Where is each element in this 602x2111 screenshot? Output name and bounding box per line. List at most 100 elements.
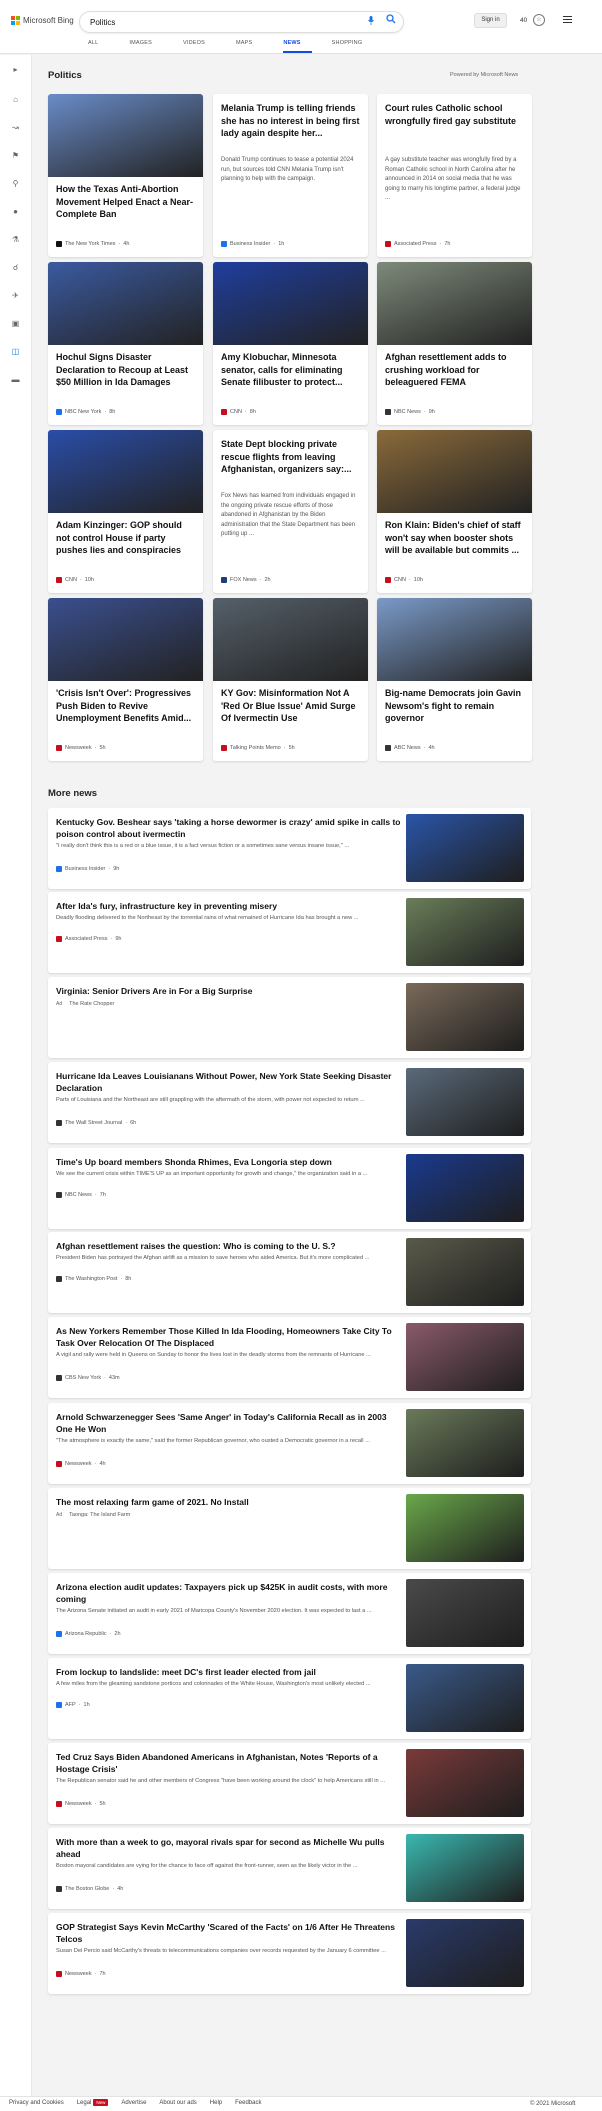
news-card-source[interactable]: Business Insider · 1h — [221, 241, 284, 247]
news-card[interactable]: KY Gov: Misinformation Not A 'Red Or Blu… — [213, 598, 368, 761]
news-row-source[interactable]: Newsweek · 4h — [56, 1461, 106, 1467]
news-row-image[interactable] — [406, 814, 524, 882]
news-card-image[interactable] — [213, 598, 368, 681]
footer-link[interactable]: About our ads — [159, 2100, 196, 2106]
news-row-source[interactable]: Business Insider · 9h — [56, 866, 119, 872]
tab-shopping[interactable]: SHOPPING — [332, 40, 374, 53]
footer-link[interactable]: Advertise — [121, 2100, 146, 2106]
news-row[interactable]: As New Yorkers Remember Those Killed In … — [48, 1317, 531, 1398]
news-row-title[interactable]: Virginia: Senior Drivers Are in For a Bi… — [56, 985, 404, 997]
news-card-source[interactable]: CNN · 10h — [56, 577, 94, 583]
news-row-image[interactable] — [406, 1409, 524, 1477]
news-card-image[interactable] — [48, 262, 203, 345]
search-input[interactable] — [90, 16, 290, 28]
search-icon[interactable]: ☌ — [11, 263, 20, 272]
news-row-title[interactable]: As New Yorkers Remember Those Killed In … — [56, 1325, 404, 1349]
news-card-title[interactable]: State Dept blocking private rescue fligh… — [221, 438, 360, 476]
news-card[interactable]: Adam Kinzinger: GOP should not control H… — [48, 430, 203, 593]
news-row-source[interactable]: Arizona Republic · 2h — [56, 1631, 121, 1637]
news-card-source[interactable]: Associated Press · 7h — [385, 241, 450, 247]
news-row-image[interactable] — [406, 1749, 524, 1817]
news-card-source[interactable]: NBC News · 9h — [385, 409, 435, 415]
news-card-image[interactable] — [48, 430, 203, 513]
news-row-title[interactable]: With more than a week to go, mayoral riv… — [56, 1836, 404, 1860]
signin-button[interactable]: Sign in — [474, 13, 507, 28]
ad-row[interactable]: Virginia: Senior Drivers Are in For a Bi… — [48, 977, 531, 1058]
footer-link[interactable]: Feedback — [235, 2100, 261, 2106]
news-row[interactable]: Kentucky Gov. Beshear says 'taking a hor… — [48, 808, 531, 889]
menu-icon[interactable] — [563, 16, 572, 24]
news-card-title[interactable]: Court rules Catholic school wrongfully f… — [385, 102, 524, 127]
plane-icon[interactable]: ✈ — [11, 291, 20, 300]
news-row-title[interactable]: From lockup to landslide: meet DC's firs… — [56, 1666, 404, 1678]
news-card-source[interactable]: FOX News · 2h — [221, 577, 271, 583]
footer-link[interactable]: Privacy and Cookies — [9, 2100, 64, 2106]
news-row-title[interactable]: The most relaxing farm game of 2021. No … — [56, 1496, 404, 1508]
news-card[interactable]: Amy Klobuchar, Minnesota senator, calls … — [213, 262, 368, 425]
news-row-image[interactable] — [406, 1919, 524, 1987]
flag-icon[interactable]: ⚑ — [11, 151, 20, 160]
news-row-source[interactable]: Newsweek · 5h — [56, 1801, 106, 1807]
news-card-source[interactable]: CNN · 8h — [221, 409, 256, 415]
home-icon[interactable]: ⌂ — [11, 95, 20, 104]
news-row-title[interactable]: After Ida's fury, infrastructure key in … — [56, 900, 404, 912]
news-row-source[interactable]: The Boston Globe · 4h — [56, 1886, 123, 1892]
news-card-image[interactable] — [213, 262, 368, 345]
news-row-image[interactable] — [406, 898, 524, 966]
news-row[interactable]: Ted Cruz Says Biden Abandoned Americans … — [48, 1743, 531, 1824]
rewards-points[interactable]: 40 — [520, 17, 527, 24]
news-row-image[interactable] — [406, 1664, 524, 1732]
news-row-title[interactable]: Afghan resettlement raises the question:… — [56, 1240, 404, 1252]
news-card[interactable]: Big-name Democrats join Gavin Newsom's f… — [377, 598, 532, 761]
news-card-title[interactable]: Hochul Signs Disaster Declaration to Rec… — [56, 351, 195, 389]
news-row-source[interactable]: The Wall Street Journal · 6h — [56, 1120, 136, 1126]
news-row-image[interactable] — [406, 983, 524, 1051]
news-row-source[interactable]: Ad Taonga: The Island Farm — [56, 1512, 130, 1518]
microphone-icon[interactable] — [368, 16, 374, 27]
news-row[interactable]: With more than a week to go, mayoral riv… — [48, 1828, 531, 1909]
news-card-source[interactable]: The New York Times · 4h — [56, 241, 129, 247]
briefcase-icon[interactable]: ◫ — [11, 347, 20, 356]
news-row[interactable]: Hurricane Ida Leaves Louisianans Without… — [48, 1062, 531, 1143]
news-card[interactable]: Melania Trump is telling friends she has… — [213, 94, 368, 257]
card-icon[interactable]: ▬ — [11, 375, 20, 384]
news-card-title[interactable]: How the Texas Anti-Abortion Movement Hel… — [56, 183, 195, 221]
news-card-source[interactable]: NBC New York · 8h — [56, 409, 115, 415]
news-row-source[interactable]: The Washington Post · 8h — [56, 1276, 131, 1282]
news-card-image[interactable] — [377, 598, 532, 681]
news-row-image[interactable] — [406, 1323, 524, 1391]
tab-news[interactable]: NEWS — [283, 40, 312, 53]
expand-icon[interactable]: ▸ — [11, 65, 20, 74]
news-card-source[interactable]: Talking Points Memo · 5h — [221, 745, 295, 751]
news-row-title[interactable]: Hurricane Ida Leaves Louisianans Without… — [56, 1070, 404, 1094]
news-row-image[interactable] — [406, 1579, 524, 1647]
news-card[interactable]: Ron Klain: Biden's chief of staff won't … — [377, 430, 532, 593]
powered-by[interactable]: Powered by Microsoft News — [450, 72, 518, 78]
news-card[interactable]: Afghan resettlement adds to crushing wor… — [377, 262, 532, 425]
news-row-image[interactable] — [406, 1494, 524, 1562]
news-card[interactable]: How the Texas Anti-Abortion Movement Hel… — [48, 94, 203, 257]
news-row-title[interactable]: Arizona election audit updates: Taxpayer… — [56, 1581, 404, 1605]
news-card-title[interactable]: Adam Kinzinger: GOP should not control H… — [56, 519, 195, 557]
tab-images[interactable]: IMAGES — [129, 40, 163, 53]
tab-all[interactable]: ALL — [88, 40, 109, 53]
news-row-source[interactable]: Ad The Rate Chopper — [56, 1001, 114, 1007]
search-icon[interactable] — [386, 14, 396, 24]
news-card-source[interactable]: ABC News · 4h — [385, 745, 435, 751]
video-icon[interactable]: ▣ — [11, 319, 20, 328]
news-row-source[interactable]: Associated Press · 9h — [56, 936, 121, 942]
news-card[interactable]: Court rules Catholic school wrongfully f… — [377, 94, 532, 257]
news-card-source[interactable]: Newsweek · 5h — [56, 745, 106, 751]
news-row-title[interactable]: Arnold Schwarzenegger Sees 'Same Anger' … — [56, 1411, 404, 1435]
news-row-source[interactable]: AFP · 1h — [56, 1702, 90, 1708]
bing-logo[interactable]: Microsoft Bing — [11, 16, 74, 25]
news-card-source[interactable]: CNN · 10h — [385, 577, 423, 583]
news-row-title[interactable]: Kentucky Gov. Beshear says 'taking a hor… — [56, 816, 404, 840]
news-row-title[interactable]: Time's Up board members Shonda Rhimes, E… — [56, 1156, 404, 1168]
news-card-title[interactable]: KY Gov: Misinformation Not A 'Red Or Blu… — [221, 687, 360, 725]
news-card-title[interactable]: Big-name Democrats join Gavin Newsom's f… — [385, 687, 524, 725]
news-card-image[interactable] — [48, 94, 203, 177]
news-row-image[interactable] — [406, 1834, 524, 1902]
globe-icon[interactable]: ● — [11, 207, 20, 216]
news-row-source[interactable]: Newsweek · 7h — [56, 1971, 106, 1977]
